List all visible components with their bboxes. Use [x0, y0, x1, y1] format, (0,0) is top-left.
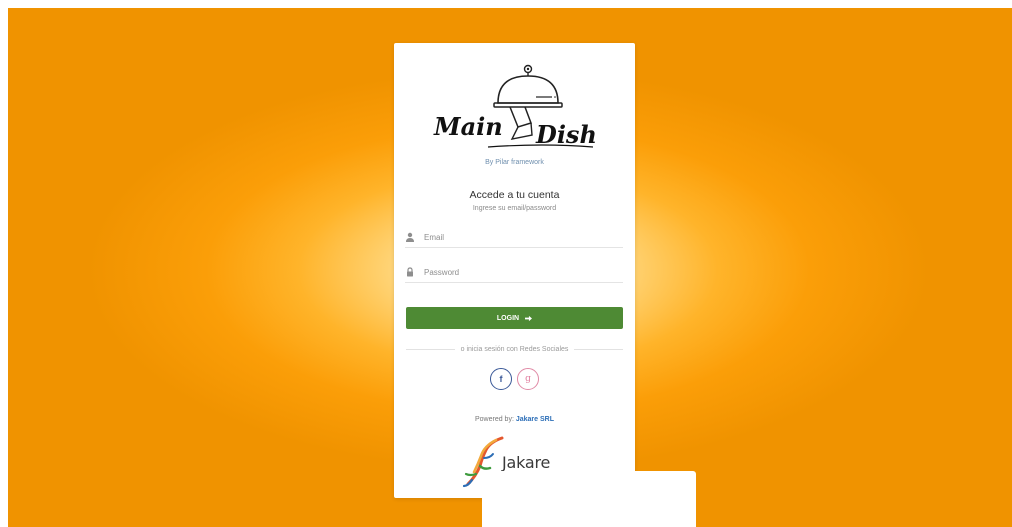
google-icon: g	[525, 374, 531, 384]
divider-line-left	[406, 348, 455, 350]
login-subtitle: Ingrese su email/password	[472, 205, 557, 212]
password-input[interactable]	[424, 264, 619, 280]
divider-line-right	[574, 348, 624, 350]
password-field	[405, 264, 623, 283]
email-field	[405, 229, 623, 248]
social-divider-text: o inicia sesión con Redes Sociales	[460, 345, 569, 353]
login-card: Main Dish By Pilar framework Accede a tu…	[394, 43, 635, 498]
social-buttons: f g	[394, 368, 635, 390]
jakare-logo-text: Jakare	[502, 453, 551, 472]
powered-by: Powered by: Jakare SRL	[394, 416, 635, 423]
powered-by-label: Powered by:	[474, 416, 514, 423]
page-background: Main Dish By Pilar framework Accede a tu…	[8, 8, 1012, 527]
logo-main-text: Main	[433, 112, 503, 141]
social-divider: o inicia sesión con Redes Sociales	[406, 344, 624, 354]
user-icon	[406, 232, 414, 242]
google-login-button[interactable]: g	[517, 368, 539, 390]
facebook-login-button[interactable]: f	[490, 368, 512, 390]
framework-byline: By Pilar framework	[485, 159, 544, 166]
facebook-icon: f	[499, 374, 503, 384]
login-button[interactable]: LOGIN	[406, 307, 623, 329]
login-button-label: LOGIN	[496, 314, 520, 322]
email-input[interactable]	[424, 229, 619, 245]
main-dish-logo: Main Dish	[433, 64, 597, 149]
lock-icon	[407, 267, 413, 277]
arrow-right-icon	[525, 315, 533, 321]
jakare-link[interactable]: Jakare SRL	[516, 416, 554, 423]
login-title: Accede a tu cuenta	[469, 189, 560, 201]
white-overlay-panel	[482, 471, 696, 527]
